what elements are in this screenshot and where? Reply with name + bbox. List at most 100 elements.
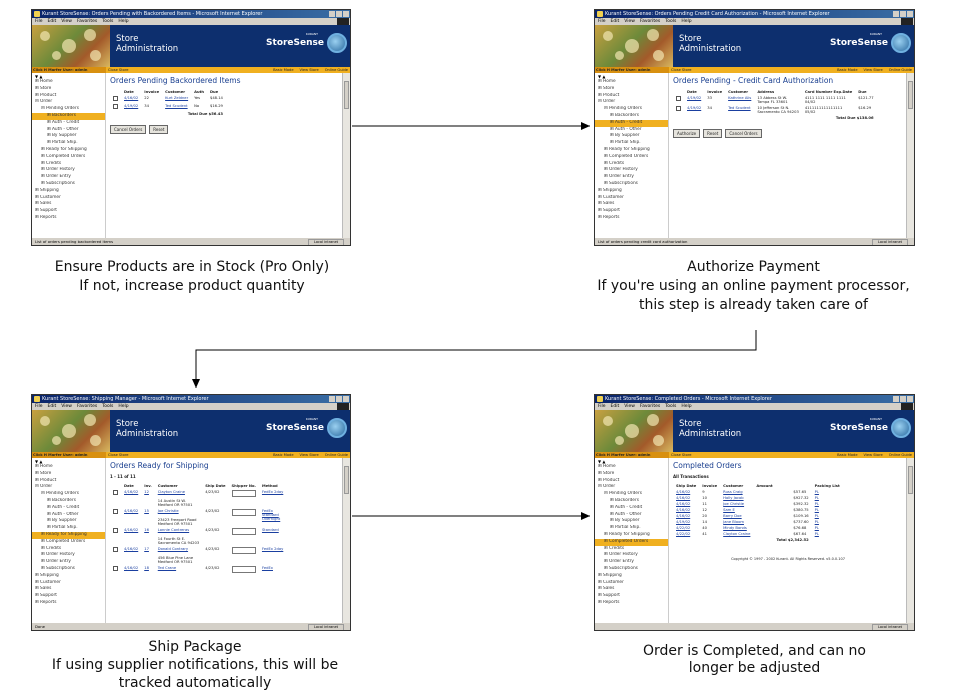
tree-item[interactable]: ⊞ Customer [595, 580, 668, 587]
menu-view[interactable]: View [61, 403, 72, 410]
tree-item[interactable]: ⊞ Product [32, 478, 105, 485]
tree-item[interactable]: ⊟ Order [32, 484, 105, 491]
row-checkbox[interactable] [676, 106, 681, 111]
tree-item[interactable]: ⊞ Shipping [595, 188, 668, 195]
tree-item[interactable]: ⊞ Ready for Shipping [595, 532, 668, 539]
menu-view[interactable]: View [61, 18, 72, 25]
order-date-link[interactable]: 4/19/02 [684, 105, 704, 115]
tree-item[interactable]: ⊞ Auth - Credit [32, 120, 105, 127]
row-checkbox[interactable] [113, 547, 118, 552]
row-checkbox[interactable] [113, 96, 118, 101]
tree-item[interactable]: ⊞ By Supplier [595, 133, 668, 140]
menu-help[interactable]: Help [118, 18, 128, 25]
reset-button[interactable]: Reset [149, 125, 169, 134]
tree-item[interactable]: ⊞ Support [595, 593, 668, 600]
menu-help[interactable]: Help [118, 403, 128, 410]
tree-item[interactable]: ⊞ Auth - Other [32, 512, 105, 519]
tree-item[interactable]: ⊞ Support [32, 593, 105, 600]
tree-item[interactable]: ⊞ Completed Orders [595, 538, 668, 546]
tree-item[interactable]: ⊟ Order [595, 99, 668, 106]
maximize-button[interactable] [336, 11, 342, 17]
scrollbar-thumb[interactable] [344, 466, 349, 494]
customer-link[interactable]: Ted Scudent [725, 105, 754, 115]
tree-item[interactable]: ⊞ Credits [32, 161, 105, 168]
cancel-orders-button[interactable]: Cancel Orders [110, 125, 147, 134]
tree-item[interactable]: ⊞ By Supplier [32, 133, 105, 140]
tree-item[interactable]: ⊞ Auth - Other [595, 512, 668, 519]
tree-item[interactable]: ⊞ By Supplier [32, 518, 105, 525]
tree-item[interactable]: ⊞ Credits [32, 546, 105, 553]
tree-item[interactable]: ⊞ Product [32, 93, 105, 100]
tree-item[interactable]: ⊞ Order History [595, 167, 668, 174]
tree-item[interactable]: ⊞ Partial Ship. [595, 525, 668, 532]
order-date-link[interactable]: 4/16/02 [121, 527, 141, 546]
reset-button[interactable]: Reset [703, 129, 723, 138]
tree-item[interactable]: ⊞ Ready for Shipping [595, 147, 668, 154]
tree-item[interactable]: ⊞ Subscriptions [595, 181, 668, 188]
tree-item[interactable]: ⊞ Partial Ship. [595, 140, 668, 147]
order-date-link[interactable]: 4/16/02 [121, 546, 141, 565]
vertical-scrollbar[interactable] [906, 73, 914, 238]
menu-file[interactable]: File [35, 18, 43, 25]
shipper-number-input[interactable] [231, 547, 256, 554]
cancel-orders-button[interactable]: Cancel Orders [725, 129, 762, 138]
tree-item[interactable]: ⊞ Partial Ship. [32, 525, 105, 532]
menu-view[interactable]: View [624, 403, 635, 410]
row-checkbox[interactable] [676, 96, 681, 101]
scrollbar-thumb[interactable] [908, 81, 913, 109]
menu-file[interactable]: File [598, 18, 606, 25]
tree-item[interactable]: ⊞ Subscriptions [595, 566, 668, 573]
row-checkbox[interactable] [113, 509, 118, 514]
customer-link[interactable]: Kathrine Alis [725, 95, 754, 105]
menu-favorites[interactable]: Favorites [640, 18, 660, 25]
close-window-button[interactable] [907, 11, 913, 17]
menu-tools[interactable]: Tools [102, 403, 113, 410]
minimize-button[interactable] [893, 396, 899, 402]
tree-item[interactable]: ⊞ Backorders [32, 112, 105, 120]
tree-item[interactable]: ⊟ Pending Orders [32, 491, 105, 498]
tree-item[interactable]: ⊞ Auth - Other [32, 127, 105, 134]
shipping-method[interactable]: Standard [259, 527, 289, 546]
order-date-link[interactable]: 4/19/02 [684, 95, 704, 105]
tree-item[interactable]: ⊞ Shipping [32, 573, 105, 580]
tree-item[interactable]: ⊞ Reports [595, 215, 668, 222]
tree-item[interactable]: ⊞ Ready for Shipping [32, 531, 105, 539]
tree-item[interactable]: ⊞ Order Entry [32, 559, 105, 566]
tree-item[interactable]: ⊞ Home [595, 79, 668, 86]
tree-item[interactable]: ⊞ Store [32, 471, 105, 478]
tree-item[interactable]: ⊞ Product [595, 478, 668, 485]
tree-item[interactable]: ⊞ Home [32, 79, 105, 86]
close-window-button[interactable] [907, 396, 913, 402]
minimize-button[interactable] [329, 396, 335, 402]
tree-item[interactable]: ⊞ Store [32, 86, 105, 93]
tree-item[interactable]: ⊞ Store [595, 471, 668, 478]
tree-item[interactable]: ⊞ Completed Orders [32, 539, 105, 546]
tree-item[interactable]: ⊞ Order Entry [595, 174, 668, 181]
row-checkbox[interactable] [113, 490, 118, 495]
vertical-scrollbar[interactable] [906, 458, 914, 623]
shipper-number-input[interactable] [231, 490, 256, 497]
authorize-button[interactable]: Authorize [673, 129, 701, 138]
packing-list-link[interactable]: PL [812, 531, 843, 537]
maximize-button[interactable] [900, 396, 906, 402]
tree-item[interactable]: ⊞ Order History [595, 552, 668, 559]
menu-edit[interactable]: Edit [611, 18, 620, 25]
shipping-method[interactable]: FedEx 2day [259, 546, 289, 565]
tree-item[interactable]: ⊞ By Supplier [595, 518, 668, 525]
tree-item[interactable]: ⊞ Auth - Other [595, 127, 668, 134]
tree-item[interactable]: ⊞ Shipping [32, 188, 105, 195]
tree-item[interactable]: ⊞ Home [32, 464, 105, 471]
tree-item[interactable]: ⊞ Order History [32, 167, 105, 174]
menu-file[interactable]: File [598, 403, 606, 410]
tree-item[interactable]: ⊞ Support [32, 208, 105, 215]
scrollbar-thumb[interactable] [908, 466, 913, 494]
menu-tools[interactable]: Tools [665, 18, 676, 25]
invoice-link[interactable]: 12 [141, 489, 155, 508]
tree-item[interactable]: ⊞ Ready for Shipping [32, 147, 105, 154]
tree-item[interactable]: ⊞ Reports [32, 215, 105, 222]
scrollbar-thumb[interactable] [344, 81, 349, 109]
order-date-link[interactable]: 4/16/02 [121, 489, 141, 508]
tree-item[interactable]: ⊞ Sales [32, 586, 105, 593]
tree-item[interactable]: ⊞ Sales [595, 201, 668, 208]
tree-item[interactable]: ⊞ Support [595, 208, 668, 215]
